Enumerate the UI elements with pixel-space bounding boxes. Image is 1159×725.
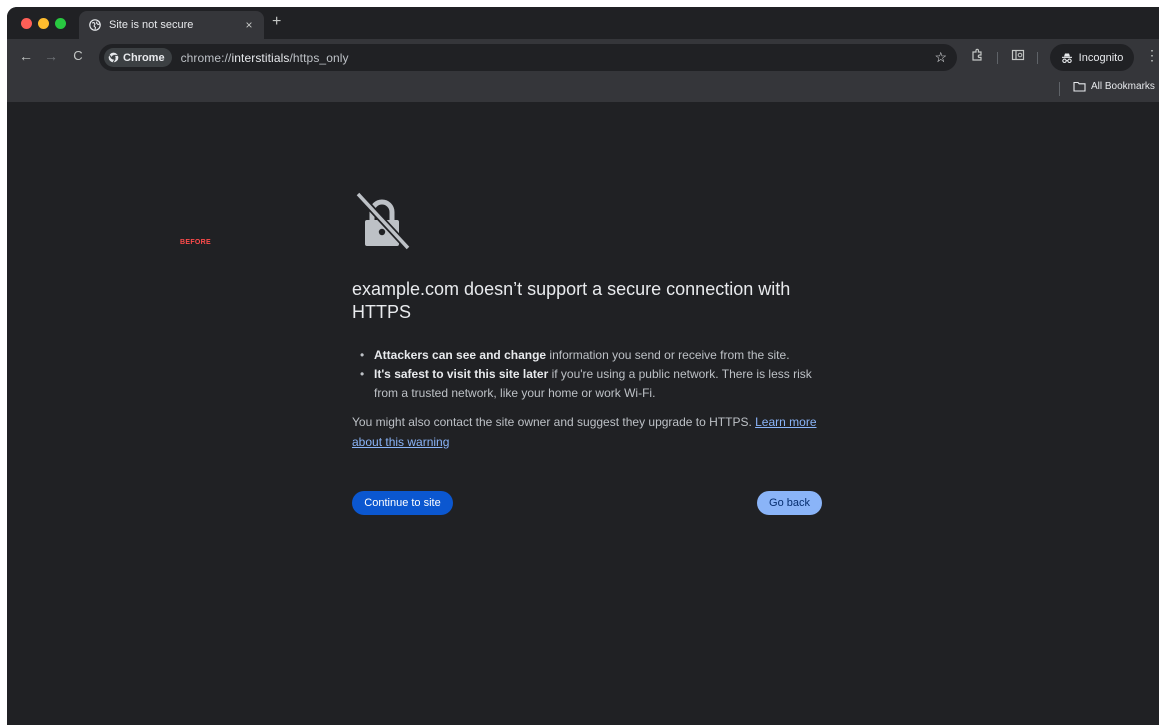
go-back-button[interactable]: Go back (757, 491, 822, 515)
extensions-icon[interactable] (970, 48, 984, 62)
all-bookmarks-label: All Bookmarks (1091, 81, 1155, 92)
reading-list-icon[interactable] (1011, 48, 1025, 62)
bullet-text: information you send or receive from the… (546, 348, 790, 362)
chip-label: Chrome (123, 51, 165, 64)
minimize-window-button[interactable] (38, 18, 49, 29)
address-bar[interactable]: Chrome chrome://interstitials/https_only… (99, 44, 957, 71)
paragraph-text: You might also contact the site owner an… (352, 415, 756, 429)
all-bookmarks-button[interactable]: All Bookmarks (1073, 81, 1155, 92)
tab-title: Site is not secure (109, 19, 194, 31)
maximize-window-button[interactable] (55, 18, 66, 29)
page-heading: example.com doesn’t support a secure con… (352, 279, 791, 322)
warning-list: Attackers can see and change information… (360, 346, 822, 403)
close-tab-icon[interactable]: × (242, 18, 256, 32)
back-button[interactable]: ← (17, 48, 35, 64)
browser-window: Site is not secure × + ← → C Chrome chro… (7, 7, 1159, 725)
list-item: It's safest to visit this site later if … (360, 365, 822, 403)
globe-icon (89, 19, 101, 31)
chrome-logo-icon (108, 52, 119, 63)
interstitial-page: BEFORE example.com doesn’t support a sec… (7, 102, 1159, 725)
reload-button[interactable]: C (69, 48, 87, 63)
toolbar-divider (997, 52, 998, 64)
list-item: Attackers can see and change information… (360, 346, 822, 365)
incognito-button[interactable]: Incognito (1050, 44, 1134, 71)
annotation-label: BEFORE (180, 239, 211, 246)
url-path: /https_only (289, 50, 349, 65)
bookmark-star-icon[interactable]: ☆ (934, 49, 947, 66)
tab-strip: Site is not secure × + (7, 7, 1159, 39)
incognito-icon (1061, 53, 1072, 63)
menu-icon[interactable]: ⋮ (1145, 47, 1159, 64)
continue-to-site-button[interactable]: Continue to site (352, 491, 453, 515)
toolbar-divider (1037, 52, 1038, 64)
toolbar: ← → C Chrome chrome://interstitials/http… (7, 39, 1159, 75)
url-scheme: chrome:// (180, 50, 232, 65)
contact-owner-paragraph: You might also contact the site owner an… (352, 412, 827, 452)
new-tab-button[interactable]: + (272, 13, 281, 31)
url-text: chrome://interstitials/https_only (181, 51, 349, 65)
folder-icon (1073, 81, 1086, 92)
bookmarks-bar: All Bookmarks (7, 75, 1159, 102)
bookmarks-divider (1059, 82, 1060, 96)
lock-slash-icon (355, 191, 411, 250)
close-window-button[interactable] (21, 18, 32, 29)
tab-site-not-secure[interactable]: Site is not secure × (79, 11, 264, 39)
forward-button[interactable]: → (42, 48, 60, 64)
url-host: interstitials (231, 50, 290, 65)
bullet-bold: It's safest to visit this site later (374, 367, 549, 381)
bullet-bold: Attackers can see and change (374, 348, 547, 362)
incognito-label: Incognito (1078, 51, 1124, 64)
site-info-chip[interactable]: Chrome (104, 48, 172, 67)
